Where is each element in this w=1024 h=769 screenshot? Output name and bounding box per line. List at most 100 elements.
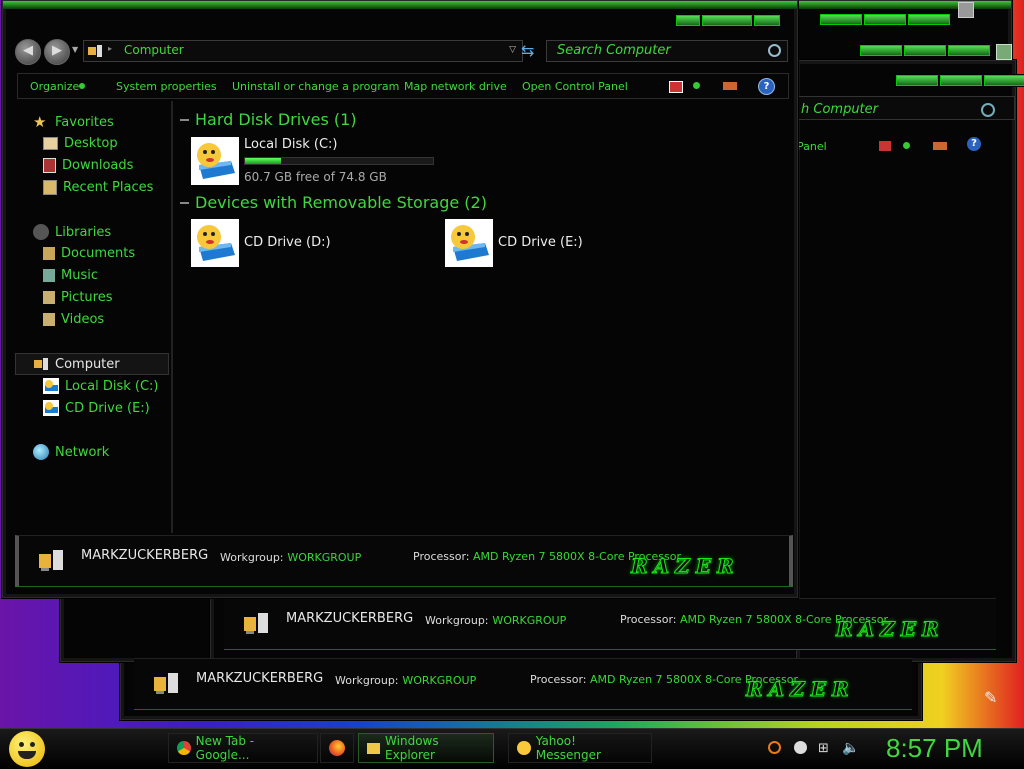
- drive-icon: [43, 400, 59, 416]
- computer-icon: [34, 358, 48, 370]
- taskbar-firefox[interactable]: [320, 733, 354, 763]
- bg-razer-logo-1: RAZER: [836, 617, 945, 642]
- organize-button[interactable]: Organize: [30, 80, 79, 93]
- drive-icon: [191, 137, 239, 185]
- search-tray-icon[interactable]: [768, 741, 781, 754]
- pencil-icon[interactable]: ✎: [984, 688, 997, 707]
- sidebar-libraries[interactable]: Libraries: [33, 224, 111, 240]
- libraries-icon: [33, 224, 49, 240]
- bg-wg-2: WORKGROUP: [402, 674, 477, 687]
- control-panel-button[interactable]: Open Control Panel: [522, 80, 628, 93]
- clock[interactable]: 8:57 PM: [886, 733, 983, 764]
- search-box[interactable]: Search Computer: [546, 40, 788, 62]
- uninstall-button[interactable]: Uninstall or change a program: [232, 80, 399, 93]
- bg-footer-1: MARKZUCKERBERG Workgroup: WORKGROUP Proc…: [224, 598, 996, 650]
- bg-search-text: h Computer: [801, 102, 878, 117]
- local-disk-free: 60.7 GB free of 74.8 GB: [244, 170, 387, 184]
- cd-drive-icon: [445, 219, 493, 267]
- chrome-icon: [177, 741, 191, 755]
- address-bar[interactable]: ▸ Computer ▽: [83, 40, 523, 62]
- window-controls[interactable]: [676, 15, 780, 26]
- recent-pages-chevron-icon[interactable]: ▼: [72, 45, 78, 54]
- view-dropdown-icon[interactable]: [693, 82, 700, 89]
- search-icon[interactable]: [768, 44, 781, 57]
- view-options-icon[interactable]: [669, 81, 683, 93]
- star-icon: ★: [33, 113, 47, 131]
- maximize-button[interactable]: [702, 15, 752, 26]
- hdd-group-header[interactable]: Hard Disk Drives (1): [180, 110, 357, 129]
- forward-button[interactable]: ▶: [44, 39, 70, 65]
- tray-status-icon[interactable]: [794, 741, 807, 754]
- sidebar-documents-label: Documents: [61, 246, 136, 261]
- sidebar-favorites[interactable]: ★ Favorites: [33, 114, 114, 130]
- sidebar-cd-drive[interactable]: CD Drive (E:): [43, 400, 150, 416]
- sidebar-downloads[interactable]: Downloads: [43, 158, 133, 173]
- preview-pane-icon[interactable]: [723, 82, 737, 90]
- sidebar-pictures[interactable]: Pictures: [43, 290, 112, 305]
- details-pane: MARKZUCKERBERG Workgroup: WORKGROUP Proc…: [15, 535, 793, 587]
- close-button[interactable]: [754, 15, 780, 26]
- sidebar-recent-label: Recent Places: [63, 180, 154, 195]
- desktop-shortcut-icon[interactable]: [996, 44, 1012, 60]
- folder-icon: [367, 742, 381, 754]
- network-tray-icon[interactable]: ⊞: [818, 741, 829, 756]
- bg-help-icon: ?: [967, 137, 981, 151]
- pictures-icon: [43, 291, 55, 304]
- sidebar-videos[interactable]: Videos: [43, 312, 104, 327]
- back-button[interactable]: ◀: [15, 39, 41, 65]
- cd-drive-e-item[interactable]: CD Drive (E:): [445, 219, 645, 269]
- organize-dropdown-icon: [79, 83, 85, 89]
- local-disk-name: Local Disk (C:): [244, 137, 338, 152]
- address-location[interactable]: Computer: [124, 43, 184, 57]
- taskbar-chrome[interactable]: New Tab - Google...: [168, 733, 318, 763]
- sidebar-videos-label: Videos: [61, 312, 105, 327]
- downloads-icon: [43, 158, 56, 173]
- hdd-group-label: Hard Disk Drives (1): [195, 110, 357, 129]
- processor-label: Processor:: [413, 550, 470, 563]
- disk-usage-bar: [244, 157, 434, 165]
- sidebar-music[interactable]: Music: [43, 268, 98, 283]
- minimize-button[interactable]: [676, 15, 700, 26]
- sidebar-cd-drive-label: CD Drive (E:): [65, 400, 150, 416]
- collapse-icon: [180, 118, 189, 121]
- cd-drive-d-item[interactable]: CD Drive (D:): [191, 219, 391, 269]
- bg-host-1: MARKZUCKERBERG: [286, 611, 414, 626]
- system-properties-button[interactable]: System properties: [116, 80, 217, 93]
- bg-razer-logo-2: RAZER: [746, 677, 855, 702]
- bg-proc-label-2: Processor:: [530, 673, 587, 686]
- taskbar-explorer-label: Windows Explorer: [385, 734, 439, 762]
- firefox-icon: [329, 740, 345, 756]
- computer-name: MARKZUCKERBERG: [81, 548, 209, 563]
- removable-group-header[interactable]: Devices with Removable Storage (2): [180, 193, 487, 212]
- computer-icon: [88, 45, 102, 57]
- taskbar-explorer[interactable]: Windows Explorer: [358, 733, 494, 763]
- volume-icon[interactable]: 🔈: [842, 740, 859, 756]
- sidebar-favorites-label: Favorites: [55, 114, 114, 130]
- disk-usage-fill: [245, 158, 281, 164]
- refresh-icon[interactable]: ⇆: [521, 41, 534, 60]
- cd-drive-d-name: CD Drive (D:): [244, 235, 331, 250]
- local-disk-item[interactable]: Local Disk (C:) 60.7 GB free of 74.8 GB: [191, 137, 441, 187]
- desktop-bin-icon[interactable]: [958, 2, 974, 18]
- map-drive-button[interactable]: Map network drive: [404, 80, 507, 93]
- sidebar-network-label: Network: [55, 444, 110, 460]
- search-input[interactable]: Search Computer: [557, 43, 671, 58]
- sidebar-computer[interactable]: Computer: [33, 356, 120, 372]
- bg-proc-label-1: Processor:: [620, 613, 677, 626]
- sidebar-desktop[interactable]: Desktop: [43, 136, 118, 151]
- sidebar-documents[interactable]: Documents: [43, 246, 135, 261]
- bg-wg-label-1: Workgroup:: [425, 614, 489, 627]
- bg-search-icon: [981, 103, 995, 117]
- bg-toolbar-text: Panel: [797, 140, 827, 153]
- address-dropdown-icon[interactable]: ▽: [509, 45, 516, 55]
- sidebar-local-disk[interactable]: Local Disk (C:): [43, 378, 158, 394]
- help-icon[interactable]: ?: [758, 78, 775, 95]
- collapse-icon: [180, 201, 189, 204]
- computer-icon: [39, 550, 63, 571]
- sidebar-network[interactable]: Network: [33, 444, 109, 460]
- drive-icon: [43, 378, 59, 394]
- sidebar-recent[interactable]: Recent Places: [43, 180, 153, 195]
- start-button[interactable]: [9, 731, 45, 767]
- taskbar-yahoo-label: Yahoo! Messenger: [535, 734, 601, 762]
- taskbar-yahoo[interactable]: Yahoo! Messenger: [508, 733, 652, 763]
